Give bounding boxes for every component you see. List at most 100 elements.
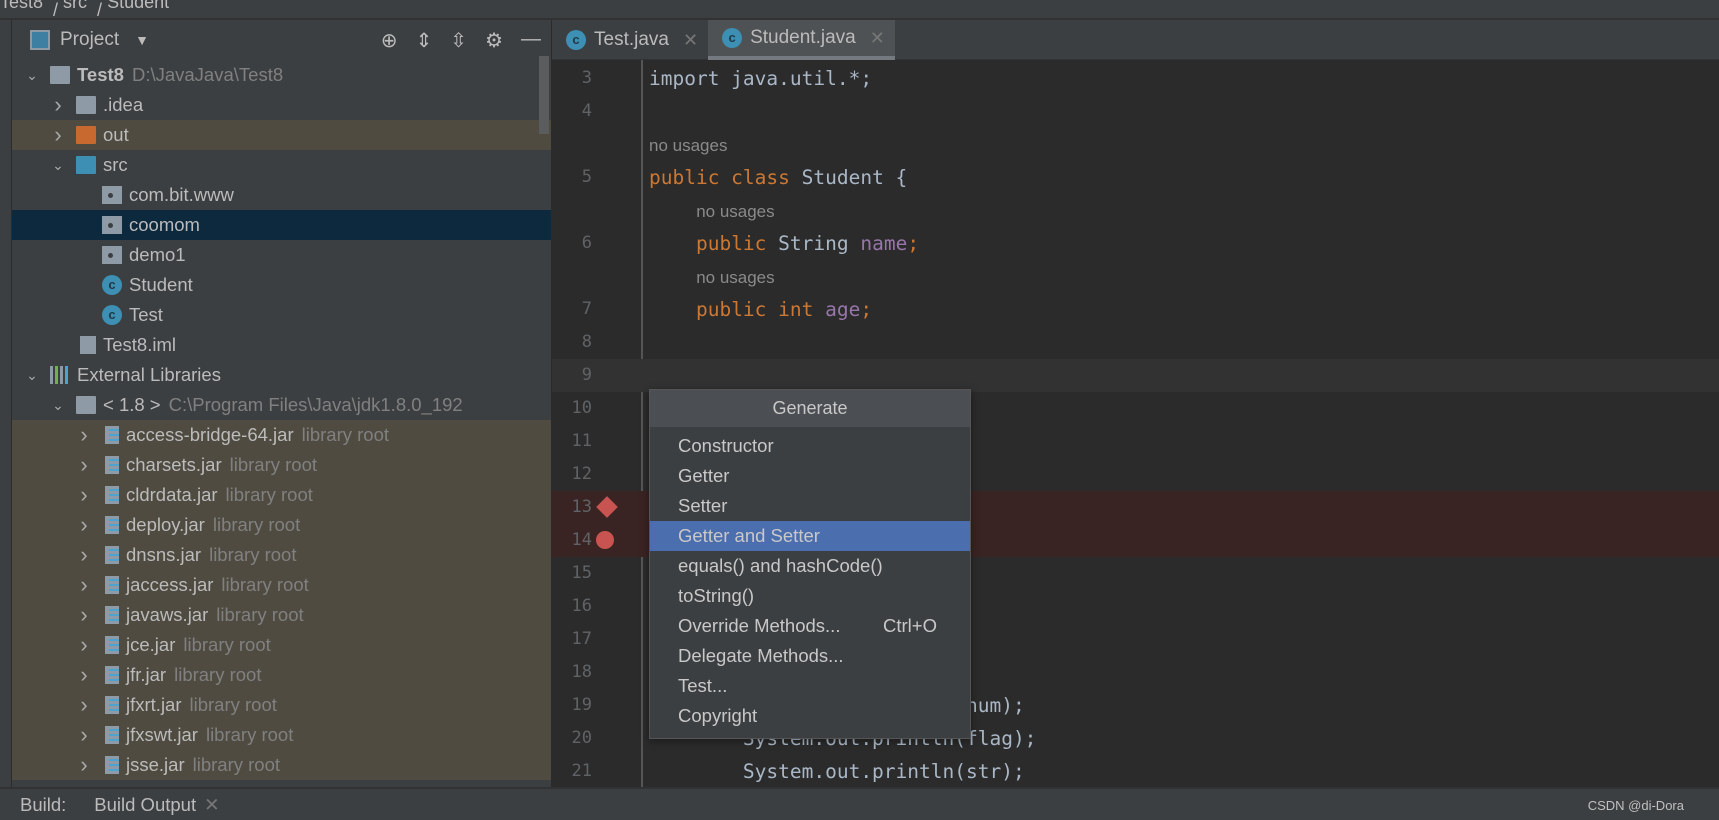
class-run-icon: c (102, 305, 122, 325)
locate-icon[interactable]: ⊕ (381, 28, 398, 53)
code-line[interactable]: 7 public int age; (552, 293, 1719, 326)
breadcrumb-src[interactable]: src (63, 0, 87, 12)
code-line[interactable]: 4 (552, 95, 1719, 128)
tab-student-java[interactable]: c Student.java ✕ (708, 20, 895, 60)
tree-item[interactable]: › charsets.jar library root (12, 450, 551, 480)
code-line[interactable]: 5 public class Student { (552, 161, 1719, 194)
breadcrumb-project[interactable]: Test8 (0, 0, 43, 12)
code-line[interactable]: 8 (552, 326, 1719, 359)
tree-item[interactable]: com.bit.www (12, 180, 551, 210)
chevron-right-icon[interactable]: › (76, 692, 92, 718)
chevron-right-icon[interactable]: › (76, 542, 92, 568)
tree-item[interactable]: › deploy.jar library root (12, 510, 551, 540)
chevron-right-icon[interactable]: › (76, 752, 92, 778)
tree-item[interactable]: › out (12, 120, 551, 150)
expand-all-icon[interactable]: ⇕ (416, 28, 433, 53)
jar-icon (105, 576, 119, 594)
chevron-right-icon[interactable]: › (76, 722, 92, 748)
tree-item[interactable]: › dnsns.jar library root (12, 540, 551, 570)
inlay-hint-usages: no usages (696, 202, 775, 221)
tree-item[interactable]: ⌄ External Libraries (12, 360, 551, 390)
tree-item[interactable]: coomom (12, 210, 551, 240)
collapse-all-icon[interactable]: ⇳ (450, 28, 467, 53)
chevron-right-icon[interactable]: › (76, 632, 92, 658)
tree-item[interactable]: › javaws.jar library root (12, 600, 551, 630)
build-output-tab[interactable]: Build Output (94, 794, 196, 816)
tree-item[interactable]: Test8.iml (12, 330, 551, 360)
code-line[interactable]: no usages (552, 260, 1719, 293)
tab-test-java[interactable]: c Test.java ✕ (552, 20, 708, 60)
chevron-down-icon[interactable]: ⌄ (24, 367, 40, 384)
tree-item[interactable]: demo1 (12, 240, 551, 270)
class-icon: c (102, 275, 122, 295)
code-text: public String name; (649, 227, 919, 260)
chevron-right-icon[interactable]: › (76, 422, 92, 448)
line-number: 9 (581, 365, 592, 385)
menu-item-test[interactable]: Test... (650, 671, 970, 701)
line-number: 14 (571, 530, 592, 550)
tree-item[interactable]: › jfxrt.jar library root (12, 690, 551, 720)
chevron-right-icon[interactable]: › (76, 602, 92, 628)
tree-item[interactable]: ⌄ Test8 D:\JavaJava\Test8 (12, 60, 551, 90)
code-line[interactable]: 9 (552, 359, 1719, 392)
code-line[interactable]: no usages (552, 194, 1719, 227)
menu-item-equals-and-hashcode[interactable]: equals() and hashCode() (650, 551, 970, 581)
chevron-right-icon[interactable]: › (76, 452, 92, 478)
jar-icon (105, 426, 119, 444)
tree-item-label: jfr.jar (126, 664, 167, 685)
chevron-down-icon[interactable]: ⌄ (50, 397, 66, 414)
chevron-right-icon[interactable]: › (76, 662, 92, 688)
folder-orange-icon (76, 126, 96, 144)
menu-item-constructor[interactable]: Constructor (650, 431, 970, 461)
menu-item-setter[interactable]: Setter (650, 491, 970, 521)
minimize-icon[interactable]: — (521, 28, 541, 53)
tree-item[interactable]: › jfr.jar library root (12, 660, 551, 690)
tree-item[interactable]: ⌄ src (12, 150, 551, 180)
generate-popup-title: Generate (650, 390, 970, 427)
tree-item-label: .idea (103, 94, 144, 115)
code-line[interactable]: 6 public String name; (552, 227, 1719, 260)
close-icon[interactable]: ✕ (870, 28, 885, 49)
menu-item-getter-and-setter[interactable]: Getter and Setter (650, 521, 970, 551)
tool-window-strip[interactable] (0, 20, 12, 787)
chevron-right-icon[interactable]: › (50, 122, 66, 148)
chevron-right-icon[interactable]: › (76, 572, 92, 598)
tree-item[interactable]: c Test (12, 300, 551, 330)
close-icon[interactable]: ✕ (683, 30, 698, 51)
tree-scrollbar[interactable] (539, 56, 549, 134)
project-view-selector[interactable]: Project (60, 29, 119, 51)
menu-item-getter[interactable]: Getter (650, 461, 970, 491)
tree-item-hint: C:\Program Files\Java\jdk1.8.0_192 (168, 394, 463, 415)
code-text: public class Student { (649, 161, 907, 194)
tree-item[interactable]: ⌄ < 1.8 > C:\Program Files\Java\jdk1.8.0_1… (12, 390, 551, 420)
code-line[interactable]: 3 import java.util.*; (552, 62, 1719, 95)
tree-item[interactable]: › jsse.jar library root (12, 750, 551, 780)
tree-item[interactable]: › jaccess.jar library root (12, 570, 551, 600)
gear-icon[interactable]: ⚙ (485, 28, 503, 53)
chevron-right-icon[interactable]: › (76, 482, 92, 508)
method-breakpoint-icon[interactable] (596, 496, 618, 518)
tree-item[interactable]: › jce.jar library root (12, 630, 551, 660)
close-icon[interactable]: ✕ (204, 794, 220, 816)
code-line[interactable]: 21 System.out.println(str); (552, 755, 1719, 787)
chevron-right-icon[interactable]: › (50, 92, 66, 118)
breakpoint-icon[interactable] (596, 531, 614, 549)
tree-item[interactable]: c Student (12, 270, 551, 300)
tree-item[interactable]: › access-bridge-64.jar library root (12, 420, 551, 450)
menu-item-copyright[interactable]: Copyright (650, 701, 970, 731)
bottom-tool-bar: Build: Build Output ✕ CSDN @di-Dora (0, 787, 1719, 820)
chevron-down-icon[interactable]: ⌄ (50, 157, 66, 174)
chevron-right-icon[interactable]: › (76, 512, 92, 538)
jar-icon (105, 696, 119, 714)
chevron-down-icon[interactable]: ▼ (135, 32, 149, 48)
code-token: public class (649, 166, 802, 189)
tree-item[interactable]: › jfxswt.jar library root (12, 720, 551, 750)
menu-item-tostring[interactable]: toString() (650, 581, 970, 611)
code-line[interactable]: no usages (552, 128, 1719, 161)
breadcrumb-class[interactable]: Student (107, 0, 169, 12)
menu-item-delegate-methods[interactable]: Delegate Methods... (650, 641, 970, 671)
tree-item[interactable]: › cldrdata.jar library root (12, 480, 551, 510)
menu-item-override-methods[interactable]: Override Methods... Ctrl+O (650, 611, 970, 641)
tree-item[interactable]: › .idea (12, 90, 551, 120)
chevron-down-icon[interactable]: ⌄ (24, 67, 40, 84)
